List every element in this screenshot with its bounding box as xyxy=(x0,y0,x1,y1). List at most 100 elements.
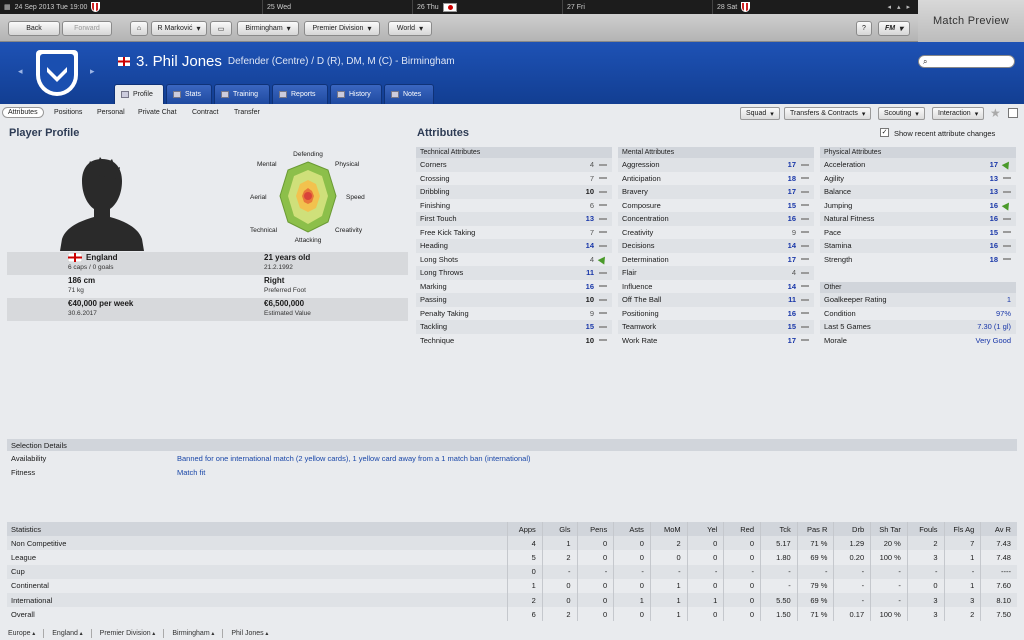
attribute-row-anticipation[interactable]: Anticipation 18 xyxy=(618,172,814,186)
attribute-row-strength[interactable]: Strength 18 xyxy=(820,253,1016,267)
attribute-row-teamwork[interactable]: Teamwork 15 xyxy=(618,320,814,334)
attribute-row-marking[interactable]: Marking 16 xyxy=(416,280,612,294)
attribute-row-determination[interactable]: Determination 17 xyxy=(618,253,814,267)
statistics-column-header[interactable]: Sh Tar xyxy=(870,522,907,537)
search-input[interactable]: ⌕ xyxy=(918,55,1015,68)
attribute-row-positioning[interactable]: Positioning 16 xyxy=(618,307,814,321)
attribute-row-composure[interactable]: Composure 15 xyxy=(618,199,814,213)
attribute-row-finishing[interactable]: Finishing 6 xyxy=(416,199,612,213)
attribute-row-dribbling[interactable]: Dribbling 10 xyxy=(416,185,612,199)
help-button[interactable]: ? xyxy=(856,21,872,36)
statistics-column-header[interactable]: Av R xyxy=(980,522,1017,537)
subnav-positions[interactable]: Positions xyxy=(54,109,82,116)
subnav-transfer[interactable]: Transfer xyxy=(234,109,260,116)
calendar-day[interactable]: ▦ 24 Sep 2013 Tue 19:00 xyxy=(0,0,262,14)
breadcrumb-item[interactable]: Europe xyxy=(8,630,35,637)
inbox-button[interactable]: ▭ xyxy=(210,21,232,36)
statistics-column-header[interactable]: Statistics xyxy=(7,525,507,534)
attribute-row-bravery[interactable]: Bravery 17 xyxy=(618,185,814,199)
statistics-column-header[interactable]: Gls xyxy=(541,522,577,537)
other-value[interactable]: 97% xyxy=(996,309,1011,318)
tab-training[interactable]: Training xyxy=(214,84,270,104)
star-icon[interactable]: ★ xyxy=(990,106,1001,120)
statistics-column-header[interactable]: Pas R xyxy=(796,522,834,537)
club-menu[interactable]: Birmingham xyxy=(237,21,299,36)
tab-reports[interactable]: Reports xyxy=(272,84,328,104)
tab-profile[interactable]: Profile xyxy=(114,84,164,104)
league-menu[interactable]: Premier Division xyxy=(304,21,380,36)
add-note-icon[interactable] xyxy=(1008,108,1018,118)
subnav-contract[interactable]: Contract xyxy=(192,109,218,116)
attribute-row-balance[interactable]: Balance 13 xyxy=(820,185,1016,199)
breadcrumb-item[interactable]: Premier Division xyxy=(100,630,156,637)
next-player-icon[interactable]: ▸ xyxy=(90,66,95,77)
other-value[interactable]: Very Good xyxy=(976,336,1011,345)
statistics-column-header[interactable]: Red xyxy=(723,522,760,537)
attribute-row-influence[interactable]: Influence 14 xyxy=(618,280,814,294)
manager-menu[interactable]: R Marković xyxy=(151,21,207,36)
show-recent-checkbox[interactable]: ✓ xyxy=(880,128,889,137)
statistics-column-header[interactable]: Yel xyxy=(686,522,724,537)
calendar-up-icon[interactable]: ▴ xyxy=(897,3,901,11)
attribute-row-crossing[interactable]: Crossing 7 xyxy=(416,172,612,186)
squad-menu[interactable]: Squad xyxy=(740,107,780,120)
forward-button[interactable]: Forward xyxy=(62,21,112,36)
attribute-row-off-the-ball[interactable]: Off The Ball 11 xyxy=(618,293,814,307)
attribute-row-concentration[interactable]: Concentration 16 xyxy=(618,212,814,226)
statistics-column-header[interactable]: Drb xyxy=(833,522,870,537)
attribute-row-jumping[interactable]: Jumping 16 xyxy=(820,199,1016,213)
tab-stats[interactable]: Stats xyxy=(166,84,212,104)
attribute-row-corners[interactable]: Corners 4 xyxy=(416,158,612,172)
statistics-column-header[interactable]: Asts xyxy=(613,522,650,537)
calendar-day[interactable]: 26 Thu xyxy=(412,0,562,14)
statistics-column-header[interactable]: Apps xyxy=(507,522,542,537)
attribute-row-heading[interactable]: Heading 14 xyxy=(416,239,612,253)
attribute-row-long-shots[interactable]: Long Shots 4 xyxy=(416,253,612,267)
attribute-row-flair[interactable]: Flair 4 xyxy=(618,266,814,280)
fm-menu[interactable]: FM xyxy=(878,21,910,36)
attribute-row-natural-fitness[interactable]: Natural Fitness 16 xyxy=(820,212,1016,226)
nationality[interactable]: England xyxy=(86,253,118,262)
attribute-row-long-throws[interactable]: Long Throws 11 xyxy=(416,266,612,280)
breadcrumb-item[interactable]: Birmingham xyxy=(172,630,214,637)
match-preview-button[interactable]: Match Preview xyxy=(918,0,1024,42)
statistics-column-header[interactable]: Pens xyxy=(576,522,614,537)
previous-player-icon[interactable]: ◂ xyxy=(18,66,23,77)
attribute-row-penalty-taking[interactable]: Penalty Taking 9 xyxy=(416,307,612,321)
breadcrumb-item[interactable]: Phil Jones xyxy=(231,630,268,637)
transfers-contracts-menu[interactable]: Transfers & Contracts xyxy=(784,107,872,120)
attribute-row-passing[interactable]: Passing 10 xyxy=(416,293,612,307)
breadcrumb-item[interactable]: England xyxy=(52,630,82,637)
home-button[interactable]: ⌂ xyxy=(130,21,148,36)
interaction-menu[interactable]: Interaction xyxy=(932,107,985,120)
attribute-row-aggression[interactable]: Aggression 17 xyxy=(618,158,814,172)
attribute-row-pace[interactable]: Pace 15 xyxy=(820,226,1016,240)
subnav-private-chat[interactable]: Private Chat xyxy=(138,109,177,116)
statistics-column-header[interactable]: Fouls xyxy=(906,522,944,537)
attribute-row-stamina[interactable]: Stamina 16 xyxy=(820,239,1016,253)
tab-notes[interactable]: Notes xyxy=(384,84,434,104)
subnav-attributes[interactable]: Attributes xyxy=(2,107,44,118)
world-menu[interactable]: World xyxy=(388,21,432,36)
calendar-day[interactable]: 25 Wed xyxy=(262,0,412,14)
statistics-column-header[interactable]: Tck xyxy=(760,522,797,537)
attribute-row-first-touch[interactable]: First Touch 13 xyxy=(416,212,612,226)
attribute-row-creativity[interactable]: Creativity 9 xyxy=(618,226,814,240)
attribute-row-free-kick-taking[interactable]: Free Kick Taking 7 xyxy=(416,226,612,240)
other-value[interactable]: 7.30 (1 gl) xyxy=(977,322,1011,331)
statistics-column-header[interactable]: Fls Ag xyxy=(943,522,981,537)
attribute-row-acceleration[interactable]: Acceleration 17 xyxy=(820,158,1016,172)
calendar-forward-icon[interactable]: ▸ xyxy=(906,3,910,11)
back-button[interactable]: Back xyxy=(8,21,60,36)
calendar-back-icon[interactable]: ◂ xyxy=(887,3,891,11)
attribute-row-work-rate[interactable]: Work Rate 17 xyxy=(618,334,814,348)
other-value[interactable]: 1 xyxy=(1007,295,1011,304)
attribute-row-decisions[interactable]: Decisions 14 xyxy=(618,239,814,253)
calendar-day[interactable]: 27 Fri xyxy=(562,0,712,14)
fitness-value[interactable]: Match fit xyxy=(177,468,205,477)
attribute-row-tackling[interactable]: Tackling 15 xyxy=(416,320,612,334)
subnav-personal[interactable]: Personal xyxy=(97,109,125,116)
calendar-day[interactable]: 28 Sat xyxy=(712,0,862,14)
statistics-column-header[interactable]: MoM xyxy=(649,522,687,537)
attribute-row-technique[interactable]: Technique 10 xyxy=(416,334,612,348)
